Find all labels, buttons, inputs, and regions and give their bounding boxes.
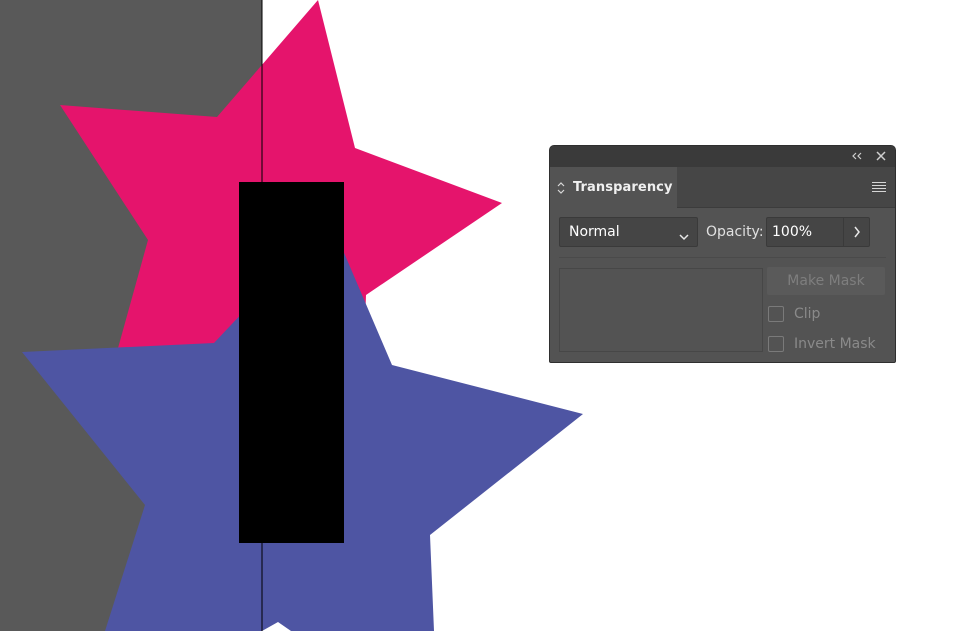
opacity-stepper-button[interactable] <box>844 217 870 247</box>
blend-mode-value: Normal <box>569 224 620 240</box>
double-chevron-left-icon[interactable] <box>849 148 865 164</box>
panel-tabbar: Transparency <box>550 167 895 208</box>
clip-checkbox[interactable] <box>768 306 784 322</box>
close-icon[interactable] <box>873 148 889 164</box>
clip-label: Clip <box>794 306 821 322</box>
tab-transparency[interactable]: Transparency <box>550 167 677 208</box>
opacity-label: Opacity: <box>706 224 764 240</box>
panel-divider <box>559 257 886 258</box>
transparency-panel: Transparency Normal Opacity: Make Mask C… <box>549 145 896 363</box>
clip-checkbox-row[interactable]: Clip <box>768 305 820 323</box>
invert-mask-checkbox[interactable] <box>768 336 784 352</box>
artwork-thumbnail <box>559 268 763 352</box>
up-down-arrows-icon[interactable] <box>556 180 566 196</box>
invert-mask-checkbox-row[interactable]: Invert Mask <box>768 335 876 353</box>
panel-titlebar[interactable] <box>550 146 895 168</box>
invert-mask-label: Invert Mask <box>794 336 876 352</box>
chevron-right-icon <box>853 223 861 242</box>
tab-label: Transparency <box>573 180 673 195</box>
blend-mode-select[interactable]: Normal <box>559 217 698 247</box>
black-rectangle[interactable] <box>239 182 344 543</box>
opacity-input[interactable] <box>766 217 844 247</box>
hamburger-menu-icon[interactable] <box>872 182 886 193</box>
make-mask-button[interactable]: Make Mask <box>767 267 885 295</box>
chevron-down-icon <box>679 227 689 241</box>
